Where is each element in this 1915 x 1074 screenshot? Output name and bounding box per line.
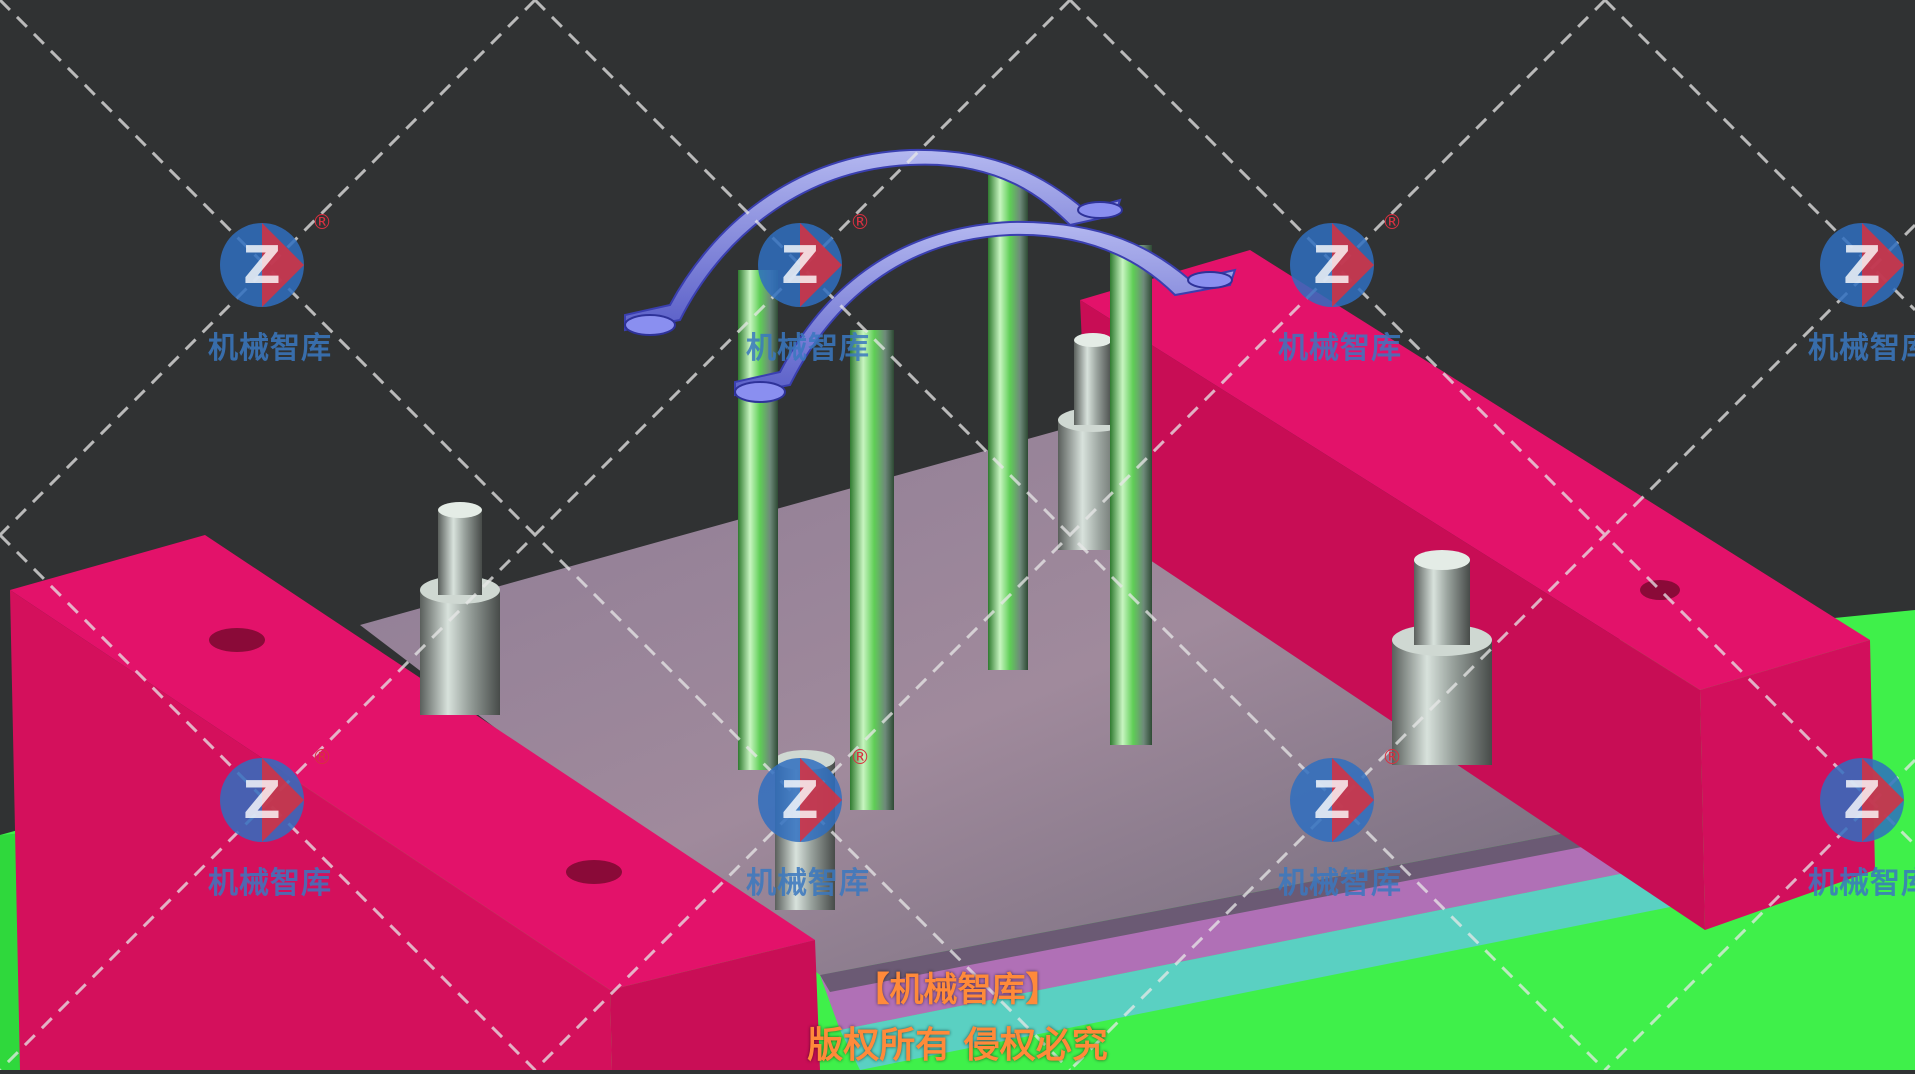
gear-logo-icon: Z ® xyxy=(220,745,332,842)
watermark-label: 机械智库 xyxy=(208,866,332,901)
svg-text:®: ® xyxy=(312,745,332,769)
gear-logo-icon: Z ® xyxy=(758,745,870,842)
gear-logo-icon: Z xyxy=(1820,223,1904,307)
svg-text:®: ® xyxy=(1382,210,1402,234)
left-block-hole-2 xyxy=(566,860,622,884)
watermark-logo: Z 机械智库 xyxy=(1800,205,1915,366)
svg-text:Z: Z xyxy=(1313,771,1351,831)
watermark-logo: Z 机械智库 xyxy=(1800,740,1915,901)
svg-text:Z: Z xyxy=(243,771,281,831)
svg-text:Z: Z xyxy=(1313,236,1351,296)
guide-pin-left xyxy=(420,502,500,715)
svg-text:Z: Z xyxy=(781,771,819,831)
svg-text:®: ® xyxy=(312,210,332,234)
watermark-label: 机械智库 xyxy=(746,331,870,366)
watermark-label: 机械智库 xyxy=(1278,866,1402,901)
watermark-label: 机械智库 xyxy=(208,331,332,366)
watermark-label: 机械智库 xyxy=(1278,331,1402,366)
right-block-hole xyxy=(1640,580,1680,600)
render-viewport: Z ® 机械智库 Z ® 机械智库 Z ® 机械智库 Z 机械智库 Z ® 机械… xyxy=(0,0,1915,1072)
watermark-label: 机械智库 xyxy=(746,866,870,901)
watermark-label: 机械智库 xyxy=(1808,331,1915,366)
svg-text:®: ® xyxy=(850,210,870,234)
brand-caption: 【机械智库】 xyxy=(855,970,1060,1010)
watermark-logo: Z ® 机械智库 xyxy=(738,740,878,901)
watermark-logo: Z ® 机械智库 xyxy=(1270,205,1410,366)
svg-text:Z: Z xyxy=(781,236,819,296)
copyright-caption: 版权所有 侵权必究 xyxy=(807,1025,1108,1066)
gear-logo-icon: Z ® xyxy=(1290,745,1402,842)
watermark-logo: Z ® 机械智库 xyxy=(738,205,878,366)
svg-text:®: ® xyxy=(1382,745,1402,769)
watermark-logo: Z ® 机械智库 xyxy=(200,205,340,366)
gear-logo-icon: Z xyxy=(1820,758,1904,842)
svg-text:Z: Z xyxy=(243,236,281,296)
gear-logo-icon: Z ® xyxy=(220,210,332,307)
watermark-logo: Z ® 机械智库 xyxy=(1270,740,1410,901)
svg-text:Z: Z xyxy=(1843,236,1881,296)
rod-2 xyxy=(850,330,894,810)
watermark-label: 机械智库 xyxy=(1808,866,1915,901)
rod-4 xyxy=(1110,245,1152,745)
svg-text:Z: Z xyxy=(1843,771,1881,831)
watermark-logo: Z ® 机械智库 xyxy=(200,740,340,901)
left-block-hole-1 xyxy=(209,628,265,652)
die-render xyxy=(0,0,1915,1072)
gear-logo-icon: Z ® xyxy=(758,210,870,307)
gear-logo-icon: Z ® xyxy=(1290,210,1402,307)
svg-text:®: ® xyxy=(850,745,870,769)
